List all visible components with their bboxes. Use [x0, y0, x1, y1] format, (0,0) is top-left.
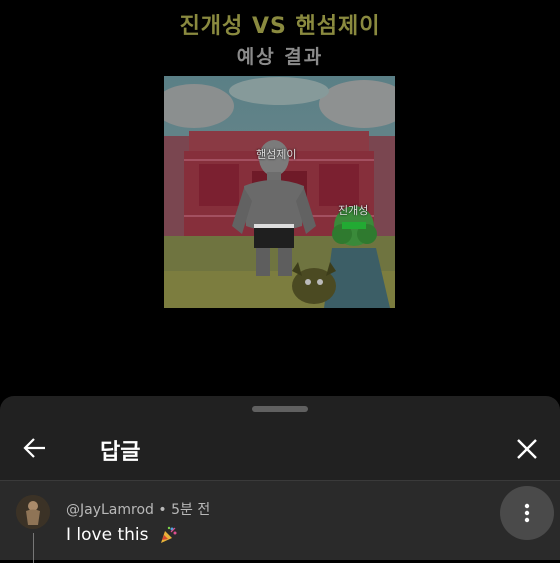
- back-button[interactable]: [14, 428, 54, 468]
- party-popper-icon: [160, 526, 177, 543]
- video-player[interactable]: 진개성 VS 핸섬제이 예상 결과 핸섬제이 진개성: [0, 0, 560, 400]
- avatar[interactable]: [16, 495, 50, 529]
- thread-line: [33, 533, 34, 563]
- close-icon: [517, 439, 537, 459]
- comment-item[interactable]: @JayLamrod • 5분 전 I love this: [0, 481, 560, 563]
- comment-author[interactable]: @JayLamrod: [66, 502, 154, 518]
- avatar-image: [16, 495, 50, 529]
- close-button[interactable]: [506, 428, 548, 470]
- arena-scene-illustration: [164, 76, 395, 308]
- comment-text: I love this: [66, 525, 149, 545]
- comment-time: 5분 전: [171, 502, 211, 518]
- comment-meta: @JayLamrod • 5분 전: [66, 499, 210, 519]
- arrow-left-icon: [23, 438, 45, 458]
- video-title-line1: 진개성 VS 핸섬제이: [179, 14, 381, 39]
- meta-separator: •: [153, 502, 172, 518]
- scene-label-jin: 진개성: [338, 204, 369, 217]
- replies-panel: 답글 @JayLamrod • 5분 전 I love this: [0, 396, 560, 563]
- scene-label-handsome: 핸섬제이: [256, 148, 297, 161]
- video-title-line2: 예상 결과: [236, 46, 324, 68]
- panel-title: 답글: [100, 440, 141, 465]
- comment-body: I love this: [66, 525, 178, 545]
- more-options-button[interactable]: [500, 486, 554, 540]
- video-thumbnail-scene: 핸섬제이 진개성: [164, 76, 395, 308]
- replies-header: 답글: [0, 418, 560, 480]
- more-vertical-icon: [524, 503, 530, 523]
- drag-handle[interactable]: [252, 406, 308, 412]
